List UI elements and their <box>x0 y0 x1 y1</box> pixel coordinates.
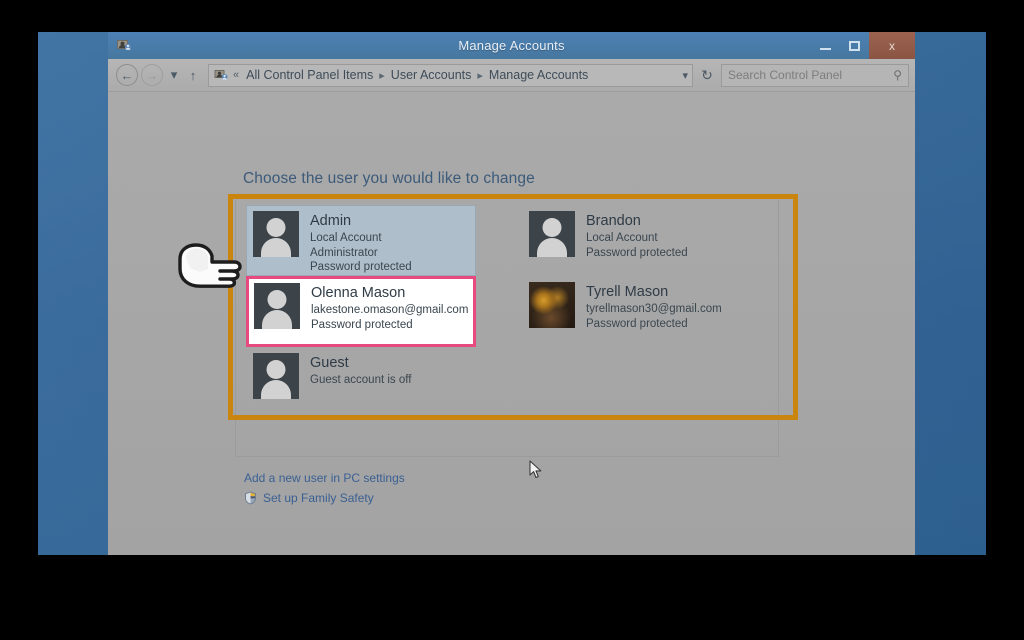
magnifier-icon: ⚲ <box>893 68 902 82</box>
forward-arrow-icon[interactable]: → <box>141 64 163 86</box>
close-button[interactable]: x <box>869 32 915 59</box>
action-links: Add a new user in PC settings Set up Fam… <box>244 468 405 508</box>
add-new-user-link[interactable]: Add a new user in PC settings <box>244 468 405 488</box>
arrow-cursor <box>529 460 543 480</box>
window-titlebar: Manage Accounts x <box>108 32 915 59</box>
user-accounts-icon <box>116 37 133 54</box>
breadcrumb-item-1[interactable]: User Accounts <box>389 68 474 82</box>
content-area: Choose the user you would like to change… <box>108 92 915 555</box>
control-panel-icon <box>214 68 229 83</box>
chevron-right-icon: ▸ <box>477 69 483 82</box>
breadcrumb-list: All Control Panel Items ▸ User Accounts … <box>244 68 676 82</box>
chevron-right-icon: ▸ <box>379 69 385 82</box>
refresh-icon[interactable]: ↻ <box>697 67 717 84</box>
search-input[interactable]: Search Control Panel ⚲ <box>721 63 909 87</box>
search-placeholder: Search Control Panel <box>728 68 843 82</box>
screenshot-stage: Manage Accounts x ← → ▾ ↑ « All Control … <box>0 0 1024 640</box>
breadcrumb-dropdown-icon[interactable]: ▾ <box>676 69 688 82</box>
breadcrumb-item-2[interactable]: Manage Accounts <box>487 68 590 82</box>
pointing-hand-cursor <box>174 239 248 295</box>
up-arrow-icon[interactable]: ↑ <box>185 64 201 86</box>
page-title: Choose the user you would like to change <box>243 170 535 187</box>
highlight-box <box>228 194 798 420</box>
chevron-down-icon[interactable]: ▾ <box>166 64 182 86</box>
breadcrumb-item-0[interactable]: All Control Panel Items <box>244 68 375 82</box>
window-title: Manage Accounts <box>458 38 565 53</box>
address-toolbar: ← → ▾ ↑ « All Control Panel Items ▸ User… <box>108 59 915 92</box>
family-safety-link[interactable]: Set up Family Safety <box>244 488 405 508</box>
add-new-user-label: Add a new user in PC settings <box>244 471 405 485</box>
family-safety-label: Set up Family Safety <box>263 491 374 505</box>
breadcrumb[interactable]: « All Control Panel Items ▸ User Account… <box>208 63 693 87</box>
back-arrow-icon[interactable]: ← <box>116 64 138 86</box>
window-controls: x <box>811 32 915 59</box>
maximize-button[interactable] <box>840 32 869 59</box>
shield-icon <box>244 491 257 505</box>
breadcrumb-overflow[interactable]: « <box>233 69 239 81</box>
minimize-button[interactable] <box>811 32 840 59</box>
